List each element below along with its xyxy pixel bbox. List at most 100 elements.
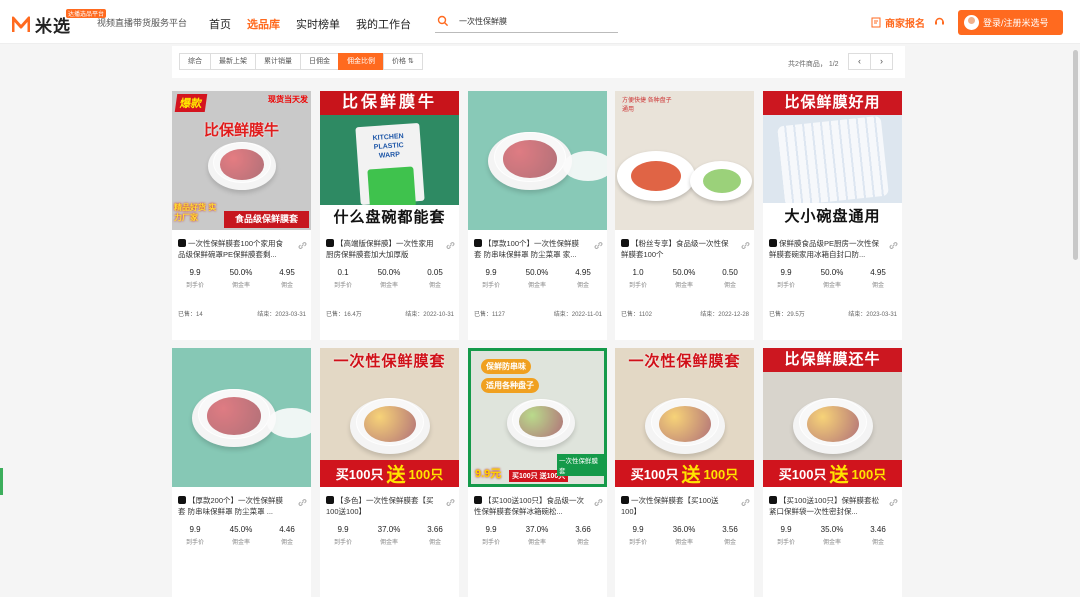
product-card[interactable]: 一次性保鲜膜套 买100只送 100只一次性保鲜膜套【买100送100】 9.9 到手价…	[615, 348, 754, 597]
bowl-graphic	[208, 142, 276, 190]
sold-count: 已售：14	[178, 309, 203, 318]
prev-page-button[interactable]: ‹	[848, 53, 871, 70]
product-title[interactable]: 【粉丝专享】食品级一次性保鲜膜套100个	[621, 238, 733, 260]
link-icon[interactable]	[594, 241, 603, 250]
promo-qty-text: 100只	[408, 467, 444, 482]
product-title[interactable]: 【买100送100只】保鲜膜套松紧口保鲜袋一次性密封保...	[769, 495, 881, 517]
commission-rate-stat-value: 45.0%	[229, 525, 253, 534]
product-image[interactable]: 爆款 现货当天发 比保鲜膜牛 精品好货 实力厂家 食品级保鲜膜套	[172, 91, 311, 230]
product-card[interactable]: 爆款 现货当天发 比保鲜膜牛 精品好货 实力厂家 食品级保鲜膜套 一次性保鲜膜套100个家…	[172, 91, 311, 340]
merchant-signup-link[interactable]: 商家报名	[871, 15, 925, 30]
product-package	[777, 115, 889, 207]
nav-item-live-ranking[interactable]: 实时榜单	[296, 16, 340, 32]
product-title[interactable]: 【厚款200个】一次性保鲜膜套 防串味保鲜罩 防尘菜罩 ...	[178, 495, 290, 517]
link-icon[interactable]	[889, 241, 898, 250]
image-product-name: 一次性保鲜膜套	[557, 454, 604, 476]
customer-service-icon[interactable]	[934, 16, 945, 27]
price-stat: 9.9 到手价	[320, 525, 366, 546]
scrollbar[interactable]	[1073, 50, 1078, 260]
sort-total-sales[interactable]: 累计销量	[255, 53, 301, 70]
link-icon[interactable]	[741, 241, 750, 250]
next-page-button[interactable]: ›	[870, 53, 893, 70]
product-image[interactable]: 方便快捷 各种盘子通用	[615, 91, 754, 230]
link-icon[interactable]	[594, 498, 603, 507]
product-title-text: 【厚款100个】一次性保鲜膜套 防串味保鲜罩 防尘菜罩 家...	[474, 239, 580, 259]
link-icon[interactable]	[298, 241, 307, 250]
product-title[interactable]: 【买100送100只】食品级一次性保鲜膜套保鲜冰箱碗松...	[474, 495, 586, 517]
image-badge: 现货当天发	[268, 95, 308, 104]
commission-stat-label: 佣金	[723, 283, 736, 289]
end-label: 结束：	[848, 312, 867, 318]
logo-mark-icon	[12, 16, 30, 32]
sort-daily-commission[interactable]: 日佣金	[300, 53, 339, 70]
image-badge: 爆款	[174, 94, 208, 112]
commission-stat-value: 0.05	[427, 268, 443, 277]
product-image[interactable]	[468, 91, 607, 230]
link-icon[interactable]	[446, 498, 455, 507]
product-stats: 9.9 到手价 36.0% 佣金率 3.56 佣金	[615, 525, 754, 546]
search-input[interactable]: 一次性保鲜膜	[435, 13, 618, 33]
sort-options: 综合 最新上架 累计销量 日佣金 佣金比例 价格 ⇅	[179, 53, 423, 70]
image-price: 9.9元	[475, 468, 502, 480]
avatar	[964, 15, 979, 30]
product-card[interactable]: 方便快捷 各种盘子通用 【粉丝专享】食品级一次性保鲜膜套100个 1.0 到手价 50.…	[615, 91, 754, 340]
product-title[interactable]: 保鲜膜食品级PE厨房一次性保鲜膜套碗家用冰箱自封口防...	[769, 238, 881, 260]
tiktok-icon	[769, 496, 777, 504]
commission-stat-value: 0.50	[722, 268, 738, 277]
product-title[interactable]: 【多色】一次性保鲜膜套【买100送100】	[326, 495, 438, 517]
nav-item-workspace[interactable]: 我的工作台	[356, 16, 411, 32]
sort-newest[interactable]: 最新上架	[210, 53, 256, 70]
bowl-graphic	[507, 399, 575, 447]
image-tag: 适用各种盘子	[481, 378, 539, 393]
login-register-button[interactable]: 登录/注册米选号	[958, 10, 1063, 35]
link-icon[interactable]	[446, 241, 455, 250]
link-icon[interactable]	[298, 498, 307, 507]
product-card[interactable]: 【厚款200个】一次性保鲜膜套 防串味保鲜罩 防尘菜罩 ... 9.9 到手价 45.…	[172, 348, 311, 597]
link-icon[interactable]	[741, 498, 750, 507]
end-value: 2022-11-01	[571, 312, 602, 318]
tiktok-icon	[621, 496, 629, 504]
food-graphic	[703, 169, 741, 193]
sort-commission-rate[interactable]: 佣金比例	[338, 53, 384, 70]
product-title[interactable]: 一次性保鲜膜套100个家用食品级保鲜碗罩PE保鲜膜套剩...	[178, 238, 290, 260]
promo-qty-text: 100只	[851, 467, 887, 482]
price-stat-value: 9.9	[485, 268, 497, 277]
bowl-graphic	[645, 398, 725, 454]
price-stat: 9.9 到手价	[172, 268, 218, 289]
image-footer: 食品级保鲜膜套	[224, 211, 309, 228]
side-float-tab[interactable]	[0, 468, 3, 495]
sort-price[interactable]: 价格 ⇅	[383, 53, 423, 70]
promo-buy-text: 买100只	[335, 467, 384, 482]
nav-item-home[interactable]: 首页	[209, 16, 231, 32]
link-icon[interactable]	[889, 498, 898, 507]
product-card[interactable]: 比保鲜膜牛 KITCHEN PLASTIC WARP 什么盘碗都能套【高端版保鲜膜】…	[320, 91, 459, 340]
product-title[interactable]: 一次性保鲜膜套【买100送100】	[621, 495, 733, 517]
result-count: 共2件商品， 1/2	[788, 61, 839, 68]
product-card[interactable]: 比保鲜膜好用 大小碗盘通用保鲜膜食品级PE厨房一次性保鲜膜套碗家用冰箱自封口防..…	[763, 91, 902, 340]
product-title[interactable]: 【厚款100个】一次性保鲜膜套 防串味保鲜罩 防尘菜罩 家...	[474, 238, 586, 260]
nav-item-product-library[interactable]: 选品库	[247, 16, 280, 32]
product-image[interactable]: 保鲜防串味 适用各种盘子 9.9元 买100只 送100只 一次性保鲜膜套	[468, 348, 607, 487]
plate-graphic	[563, 151, 607, 181]
product-image[interactable]: 一次性保鲜膜套 买100只送 100只	[615, 348, 754, 487]
tiktok-icon	[178, 496, 186, 504]
product-image[interactable]: 一次性保鲜膜套 买100只送 100只	[320, 348, 459, 487]
brand-logo[interactable]: 米选 达播选品平台	[12, 9, 107, 37]
tiktok-icon	[178, 239, 186, 247]
product-image[interactable]	[172, 348, 311, 487]
end-label: 结束：	[257, 312, 276, 318]
product-image[interactable]: 比保鲜膜牛 KITCHEN PLASTIC WARP 什么盘碗都能套	[320, 91, 459, 230]
product-card[interactable]: 比保鲜膜还牛 买100只送 100只【买100送100只】保鲜膜套松紧口保鲜袋一次性…	[763, 348, 902, 597]
commission-stat: 3.66 佣金	[560, 525, 606, 546]
commission-rate-stat: 45.0% 佣金率	[218, 525, 264, 546]
product-image[interactable]: 比保鲜膜还牛 买100只送 100只	[763, 348, 902, 487]
sort-comprehensive[interactable]: 综合	[179, 53, 211, 70]
product-card[interactable]: 一次性保鲜膜套 买100只送 100只【多色】一次性保鲜膜套【买100送100】 9.…	[320, 348, 459, 597]
commission-stat-value: 3.56	[722, 525, 738, 534]
product-card[interactable]: 保鲜防串味 适用各种盘子 9.9元 买100只 送100只 一次性保鲜膜套 【买100送1…	[468, 348, 607, 597]
commission-stat-label: 佣金	[576, 540, 589, 546]
product-card[interactable]: 【厚款100个】一次性保鲜膜套 防串味保鲜罩 防尘菜罩 家... 9.9 到手价 50…	[468, 91, 607, 340]
product-image[interactable]: 比保鲜膜好用 大小碗盘通用	[763, 91, 902, 230]
product-title[interactable]: 【高端版保鲜膜】一次性家用厨房保鲜膜套加大加厚版	[326, 238, 438, 260]
image-headline: 比保鲜膜牛	[203, 122, 279, 139]
